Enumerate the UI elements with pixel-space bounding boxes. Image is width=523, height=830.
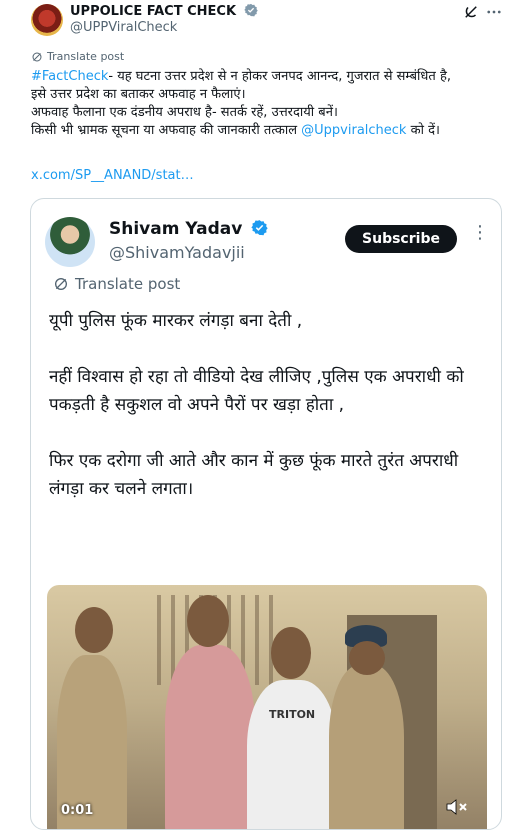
quoted-para-1: यूपी पुलिस फूंक मारकर लंगड़ा बना देती , xyxy=(49,311,303,331)
subscribe-button[interactable]: Subscribe xyxy=(345,225,457,253)
post-line-2: इसे उत्तर प्रदेश का बताकर अफवाह न फैलाएं… xyxy=(31,87,246,102)
hashtag-factcheck[interactable]: #FactCheck xyxy=(31,69,108,84)
post-line-4: किसी भी भ्रामक सूचना या अफवाह की जानकारी… xyxy=(31,122,506,140)
translate-icon xyxy=(32,52,42,61)
translate-post-link[interactable]: Translate post xyxy=(31,50,124,63)
quoted-para-3: फिर एक दरोगा जी आते और कान में कुछ फूंक … xyxy=(49,451,459,499)
video-man-white-tshirt: TRITON xyxy=(247,680,337,829)
video-player[interactable]: TRITON 0:01 xyxy=(47,585,487,829)
quoted-author-name-text: Shivam Yadav xyxy=(109,219,243,239)
quoted-post-text: यूपी पुलिस फूंक मारकर लंगड़ा बना देती , … xyxy=(49,307,479,531)
quoted-translate-label: Translate post xyxy=(75,275,181,293)
quoted-author-avatar[interactable] xyxy=(45,217,95,267)
more-icon[interactable] xyxy=(485,3,503,21)
mention-uppviralcheck[interactable]: @Uppviralcheck xyxy=(301,123,406,138)
author-avatar[interactable] xyxy=(31,4,63,36)
post-line-1: #FactCheck- यह घटना उत्तर प्रदेश से न हो… xyxy=(31,68,506,86)
quoted-para-2: नहीं विश्वास हो रहा तो वीडियो देख लीजिए … xyxy=(49,367,464,415)
video-head xyxy=(271,627,311,679)
video-head xyxy=(187,595,229,647)
more-icon[interactable]: ⋮ xyxy=(471,224,489,251)
post-line-4-post: को दें। xyxy=(406,123,440,138)
post-text: #FactCheck- यह घटना उत्तर प्रदेश से न हो… xyxy=(31,68,506,140)
translate-label: Translate post xyxy=(47,50,125,63)
author-handle[interactable]: @UPPViralCheck xyxy=(70,20,177,35)
post-line-1-text: - यह घटना उत्तर प्रदेश से न होकर जनपद आन… xyxy=(108,69,451,84)
verified-badge-icon xyxy=(251,220,268,236)
author-name[interactable]: UPPOLICE FACT CHECK xyxy=(70,3,258,19)
post-link[interactable]: x.com/SP__ANAND/stat… xyxy=(31,168,194,183)
quoted-author-handle[interactable]: @ShivamYadavjii xyxy=(109,243,245,262)
video-head xyxy=(75,607,113,653)
quoted-translate-post-link[interactable]: Translate post xyxy=(53,275,180,293)
video-timestamp: 0:01 xyxy=(61,803,94,818)
author-name-text: UPPOLICE FACT CHECK xyxy=(70,4,237,19)
grok-icon[interactable] xyxy=(462,3,480,21)
verified-badge-icon xyxy=(243,3,258,17)
post-line-4-pre: किसी भी भ्रामक सूचना या अफवाह की जानकारी… xyxy=(31,123,302,138)
video-head xyxy=(349,641,385,675)
quoted-post[interactable]: Shivam Yadav @ShivamYadavjii Subscribe ⋮… xyxy=(30,198,502,830)
video-policeman-right xyxy=(329,665,404,829)
quoted-author-name[interactable]: Shivam Yadav xyxy=(109,219,268,239)
translate-icon xyxy=(55,278,67,290)
video-man-pink-shirt xyxy=(165,645,255,829)
mute-icon[interactable] xyxy=(445,797,469,817)
post: UPPOLICE FACT CHECK @UPPViralCheck Trans… xyxy=(0,0,523,830)
video-tshirt-text: TRITON xyxy=(269,708,316,721)
post-line-3: अफवाह फैलाना एक दंडनीय अपराध है- सतर्क र… xyxy=(31,105,338,120)
